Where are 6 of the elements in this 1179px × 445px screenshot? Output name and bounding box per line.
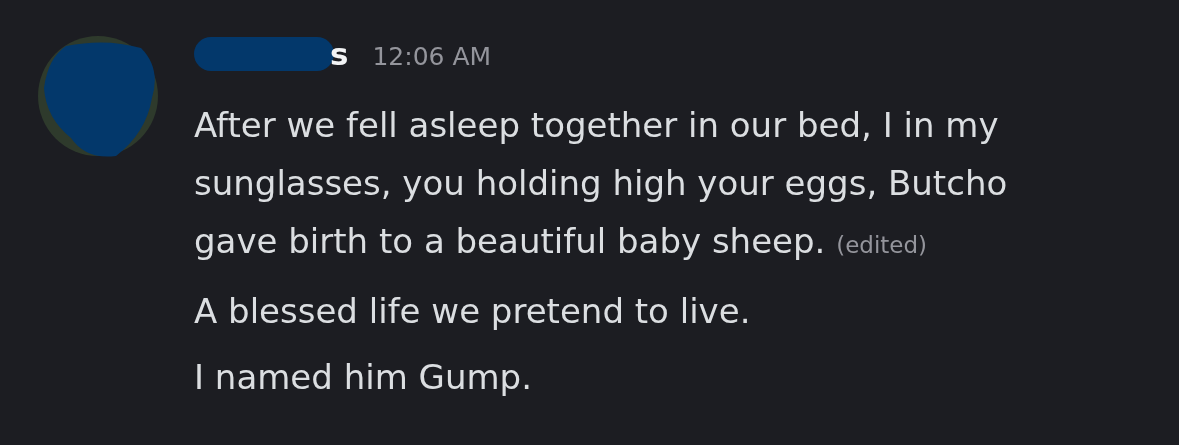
timestamp: 12:06 AM — [372, 42, 492, 71]
message-text: I named him Gump. — [194, 356, 533, 399]
message-text: A blessed life we pretend to live. — [194, 290, 752, 333]
edited-label: (edited) — [836, 232, 928, 258]
username[interactable]: s — [330, 36, 349, 72]
message-text: After we fell asleep together in our bed, I in my sunglasses, you holding high your eggs, Butcho gave birth to a beautiful baby sheep. (edited) — [194, 104, 1009, 263]
